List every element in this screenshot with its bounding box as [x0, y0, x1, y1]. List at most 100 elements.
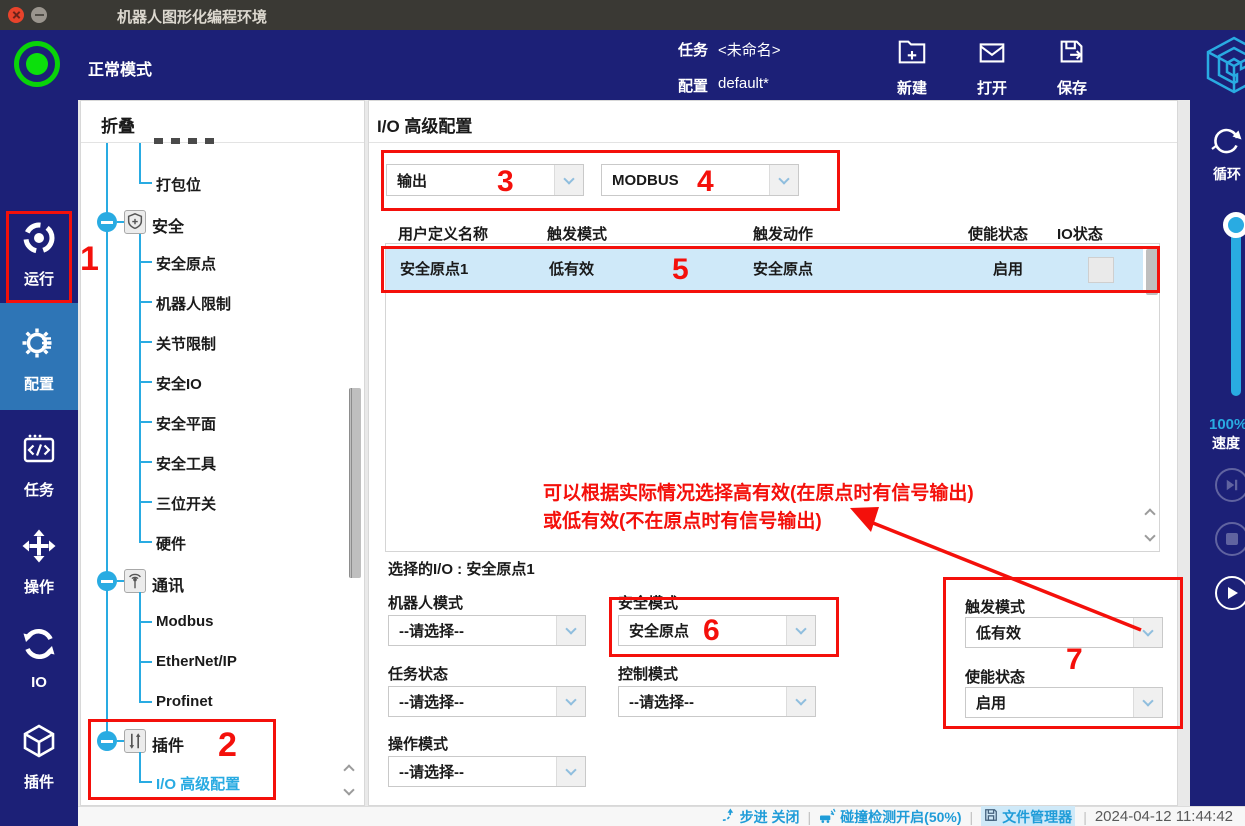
new-button-label: 新建: [876, 77, 948, 98]
step-forward-button[interactable]: [1215, 468, 1245, 502]
tree-item-ethernet-ip[interactable]: EtherNet/IP: [156, 653, 237, 670]
step-mode-label: 步进 关闭: [740, 807, 800, 826]
trigger-mode-select[interactable]: 低有效: [965, 617, 1163, 648]
task-state-label: 任务状态: [388, 663, 448, 684]
stop-button[interactable]: [1215, 522, 1245, 556]
sidebar-item-operate[interactable]: 操作: [0, 512, 78, 612]
chevron-down-icon: [554, 165, 583, 195]
chevron-down-icon: [1133, 618, 1162, 647]
enable-state-label: 使能状态: [965, 666, 1025, 687]
tree-item-modbus[interactable]: Modbus: [156, 613, 214, 630]
step-mode-status[interactable]: 步进 关闭: [721, 807, 800, 826]
tree-node-safety[interactable]: 安全: [152, 213, 184, 237]
callout-number-1: 1: [80, 240, 99, 279]
annotation-note-line2: 或低有效(不在原点时有信号输出): [543, 506, 822, 533]
tree-node-communication[interactable]: 通讯: [152, 572, 184, 596]
close-window-icon[interactable]: [8, 7, 24, 23]
sidebar-item-config[interactable]: 配置: [0, 303, 78, 410]
collapse-node-icon[interactable]: [97, 731, 117, 751]
io-cycle-icon: [21, 626, 57, 667]
sidebar-item-io[interactable]: IO: [0, 610, 78, 710]
status-timestamp: 2024-04-12 11:44:42: [1095, 808, 1233, 825]
control-mode-label: 控制模式: [618, 663, 678, 684]
tree-panel-header: 折叠: [81, 101, 364, 143]
shield-icon: [124, 210, 146, 234]
step-icon: [721, 808, 736, 826]
sidebar-item-task[interactable]: 任务: [0, 415, 78, 515]
col-header-enable-state: 使能状态: [968, 223, 1028, 244]
chevron-down-icon: [786, 616, 815, 645]
file-manager-button[interactable]: 文件管理器: [981, 806, 1075, 826]
code-window-icon: [21, 431, 57, 472]
tree-item-safety-io[interactable]: 安全IO: [156, 373, 202, 394]
tree-stub-line: [139, 541, 152, 543]
app-header: 正常模式 任务 <未命名> 配置 default* 新建 打开: [0, 30, 1245, 100]
tree-stub-line: [117, 221, 124, 223]
sidebar-item-run[interactable]: 运行: [0, 204, 78, 304]
minimize-window-icon[interactable]: [31, 7, 47, 23]
tree-item-clipped[interactable]: [154, 138, 222, 144]
config-value: default*: [718, 75, 769, 92]
chevron-down-icon: [556, 757, 585, 786]
operation-mode-label: 操作模式: [388, 733, 448, 754]
bus-type-value: MODBUS: [602, 172, 679, 189]
robot-mode-select[interactable]: --请选择--: [388, 615, 586, 646]
new-button[interactable]: 新建: [876, 36, 948, 98]
task-state-value: --请选择--: [389, 691, 464, 712]
loop-icon[interactable]: [1208, 124, 1244, 165]
tree-stub-line: [117, 740, 124, 742]
tree-node-plugin[interactable]: 插件: [152, 732, 184, 756]
tree-item-safety-tool[interactable]: 安全工具: [156, 453, 216, 474]
sidebar-item-label: IO: [31, 674, 47, 691]
run-icon: [21, 220, 57, 261]
tree-item-three-position-switch[interactable]: 三位开关: [156, 493, 216, 514]
operation-mode-select[interactable]: --请选择--: [388, 756, 586, 787]
config-label: 配置: [678, 75, 708, 96]
table-scrollbar-thumb[interactable]: [1146, 249, 1158, 295]
tree-item-profinet[interactable]: Profinet: [156, 693, 213, 710]
tree-item-safety-home[interactable]: 安全原点: [156, 253, 216, 274]
speed-slider-track[interactable]: [1231, 226, 1241, 396]
tree-item-hardware[interactable]: 硬件: [156, 533, 186, 554]
collision-detection-status[interactable]: 碰撞检测开启(50%): [819, 807, 961, 826]
table-scroll-up-icon[interactable]: [1142, 506, 1158, 522]
tree-scroll-up-icon[interactable]: [341, 762, 357, 778]
io-direction-select[interactable]: 输出: [386, 164, 584, 196]
enable-state-select[interactable]: 启用: [965, 687, 1163, 718]
tree-stub-line: [139, 421, 152, 423]
io-state-checkbox[interactable]: [1088, 257, 1114, 283]
annotation-note-line1: 可以根据实际情况选择高有效(在原点时有信号输出): [543, 478, 974, 505]
chevron-down-icon: [1133, 688, 1162, 717]
tree-item-joint-limit[interactable]: 关节限制: [156, 333, 216, 354]
collapse-all-button[interactable]: 折叠: [101, 112, 135, 137]
sliders-icon: [124, 729, 146, 753]
task-label: 任务: [678, 39, 708, 60]
task-state-select[interactable]: --请选择--: [388, 686, 586, 717]
tree-item-robot-limit[interactable]: 机器人限制: [156, 293, 231, 314]
robot-mode-label: 机器人模式: [388, 592, 463, 613]
control-mode-value: --请选择--: [619, 691, 694, 712]
selected-io-label: 选择的I/O : 安全原点1: [388, 558, 535, 579]
right-sidebar: [1190, 100, 1245, 806]
tree-item-io-advanced-config[interactable]: I/O 高级配置: [156, 773, 240, 794]
tree-scrollbar-thumb[interactable]: [349, 388, 361, 578]
save-button[interactable]: 保存: [1036, 36, 1108, 98]
safety-mode-value: 安全原点: [619, 620, 689, 641]
tree-stub-line: [139, 661, 152, 663]
collapse-node-icon[interactable]: [97, 571, 117, 591]
file-manager-label: 文件管理器: [1002, 807, 1072, 826]
tree-item[interactable]: 打包位: [156, 174, 201, 195]
control-mode-select[interactable]: --请选择--: [618, 686, 816, 717]
trigger-mode-label: 触发模式: [965, 596, 1025, 617]
play-button[interactable]: [1215, 576, 1245, 610]
table-scroll-down-icon[interactable]: [1142, 528, 1158, 544]
tree-branch-line: [139, 143, 141, 184]
tree-scroll-down-icon[interactable]: [341, 782, 357, 798]
config-tree-panel: 折叠: [80, 100, 365, 806]
speed-value: 100%: [1209, 416, 1245, 433]
speed-slider-handle[interactable]: [1223, 212, 1245, 238]
tree-item-safety-plane[interactable]: 安全平面: [156, 413, 216, 434]
collapse-node-icon[interactable]: [97, 212, 117, 232]
sidebar-item-plugin[interactable]: 插件: [0, 707, 78, 807]
open-button[interactable]: 打开: [956, 36, 1028, 98]
